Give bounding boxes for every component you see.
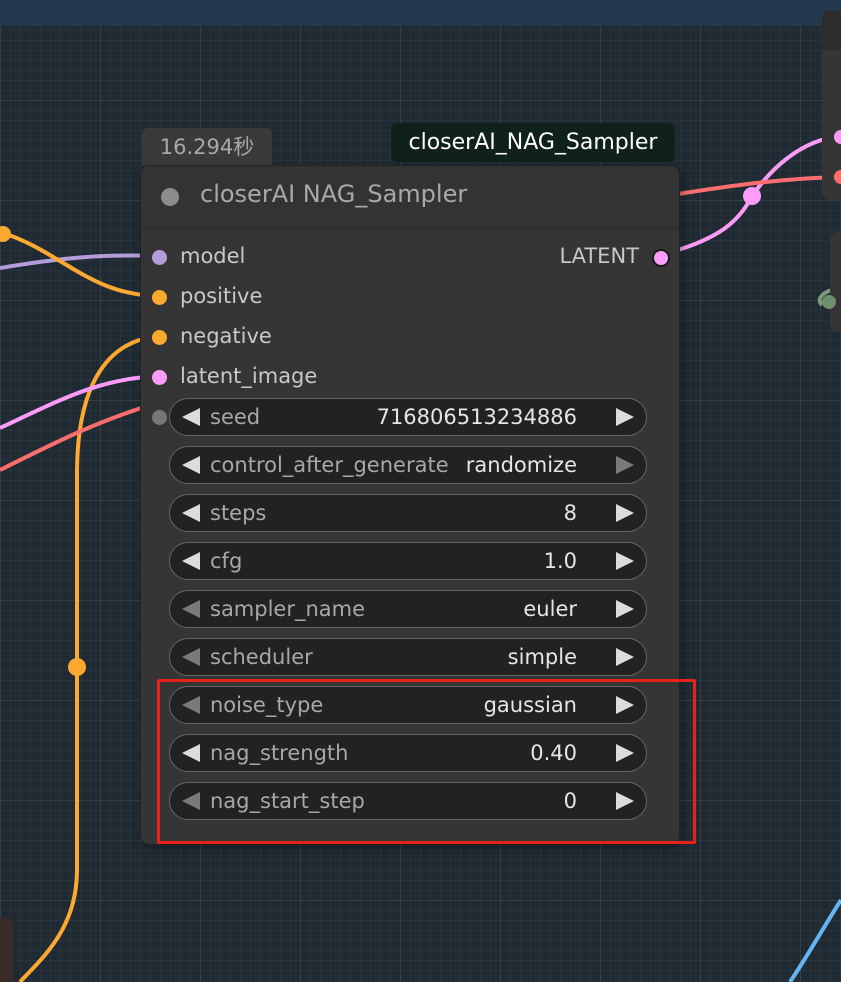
- increment-arrow-icon[interactable]: [616, 648, 634, 666]
- highlight-annotation-box: [157, 679, 696, 844]
- scheduler-widget[interactable]: scheduler simple: [169, 638, 647, 676]
- input-row-negative: negative: [141, 322, 679, 352]
- widget-name: scheduler: [210, 645, 313, 669]
- widget-name: steps: [210, 501, 267, 525]
- collapse-toggle-icon[interactable]: [161, 188, 179, 206]
- latent-image-input-socket[interactable]: [152, 370, 167, 385]
- model-input-label: model: [180, 244, 246, 268]
- execution-time-badge: 16.294秒: [142, 128, 272, 166]
- decrement-arrow-icon[interactable]: [182, 648, 200, 666]
- reroute-dot[interactable]: [743, 187, 761, 205]
- decrement-arrow-icon[interactable]: [182, 408, 200, 426]
- widget-value[interactable]: randomize: [466, 453, 577, 477]
- offscreen-node[interactable]: [830, 232, 841, 332]
- steps-widget[interactable]: steps 8: [169, 494, 647, 532]
- widget-name: control_after_generate: [210, 453, 449, 477]
- widget-value[interactable]: euler: [523, 597, 577, 621]
- offscreen-input-socket[interactable]: [822, 295, 836, 309]
- positive-input-label: positive: [180, 284, 263, 308]
- node-title: closerAI NAG_Sampler: [200, 180, 468, 208]
- seed-widget[interactable]: seed 716806513234886: [169, 398, 647, 436]
- increment-arrow-icon[interactable]: [616, 456, 634, 474]
- control-after-generate-widget[interactable]: control_after_generate randomize: [169, 446, 647, 484]
- increment-arrow-icon[interactable]: [616, 552, 634, 570]
- positive-input-socket[interactable]: [152, 290, 167, 305]
- offscreen-node-header: [822, 10, 841, 50]
- latent-image-input-label: latent_image: [180, 364, 318, 388]
- decrement-arrow-icon[interactable]: [182, 456, 200, 474]
- cfg-widget[interactable]: cfg 1.0: [169, 542, 647, 580]
- offscreen-node[interactable]: [0, 918, 13, 982]
- negative-input-label: negative: [180, 324, 272, 348]
- input-row-latent-image: latent_image: [141, 362, 679, 392]
- latent-output-socket[interactable]: [652, 249, 670, 267]
- negative-link[interactable]: [18, 334, 161, 982]
- sampler-name-widget[interactable]: sampler_name euler: [169, 590, 647, 628]
- widget-name: seed: [210, 405, 261, 429]
- node-title-badge: closerAI_NAG_Sampler: [391, 123, 675, 162]
- seed-input-socket[interactable]: [152, 410, 167, 425]
- latent-output-label: LATENT: [559, 244, 639, 268]
- negative-input-socket[interactable]: [152, 330, 167, 345]
- model-input-socket[interactable]: [152, 250, 167, 265]
- offscreen-input-socket[interactable]: [834, 170, 841, 184]
- blue-link[interactable]: [788, 898, 841, 982]
- increment-arrow-icon[interactable]: [616, 504, 634, 522]
- model-link[interactable]: [0, 253, 161, 270]
- increment-arrow-icon[interactable]: [616, 600, 634, 618]
- widget-value[interactable]: simple: [508, 645, 577, 669]
- decrement-arrow-icon[interactable]: [182, 600, 200, 618]
- increment-arrow-icon[interactable]: [616, 408, 634, 426]
- decrement-arrow-icon[interactable]: [182, 504, 200, 522]
- decrement-arrow-icon[interactable]: [182, 552, 200, 570]
- widget-name: sampler_name: [210, 597, 366, 621]
- reroute-dot[interactable]: [68, 658, 86, 676]
- widget-name: cfg: [210, 549, 243, 573]
- offscreen-input-socket[interactable]: [834, 130, 841, 144]
- node-header[interactable]: closerAI NAG_Sampler: [141, 166, 679, 229]
- widget-value[interactable]: 716806513234886: [377, 405, 577, 429]
- widget-value[interactable]: 1.0: [544, 549, 577, 573]
- reroute-dot[interactable]: [0, 226, 11, 242]
- widget-value[interactable]: 8: [564, 501, 577, 525]
- input-row-positive: positive: [141, 282, 679, 312]
- input-row-model: model LATENT: [141, 242, 679, 272]
